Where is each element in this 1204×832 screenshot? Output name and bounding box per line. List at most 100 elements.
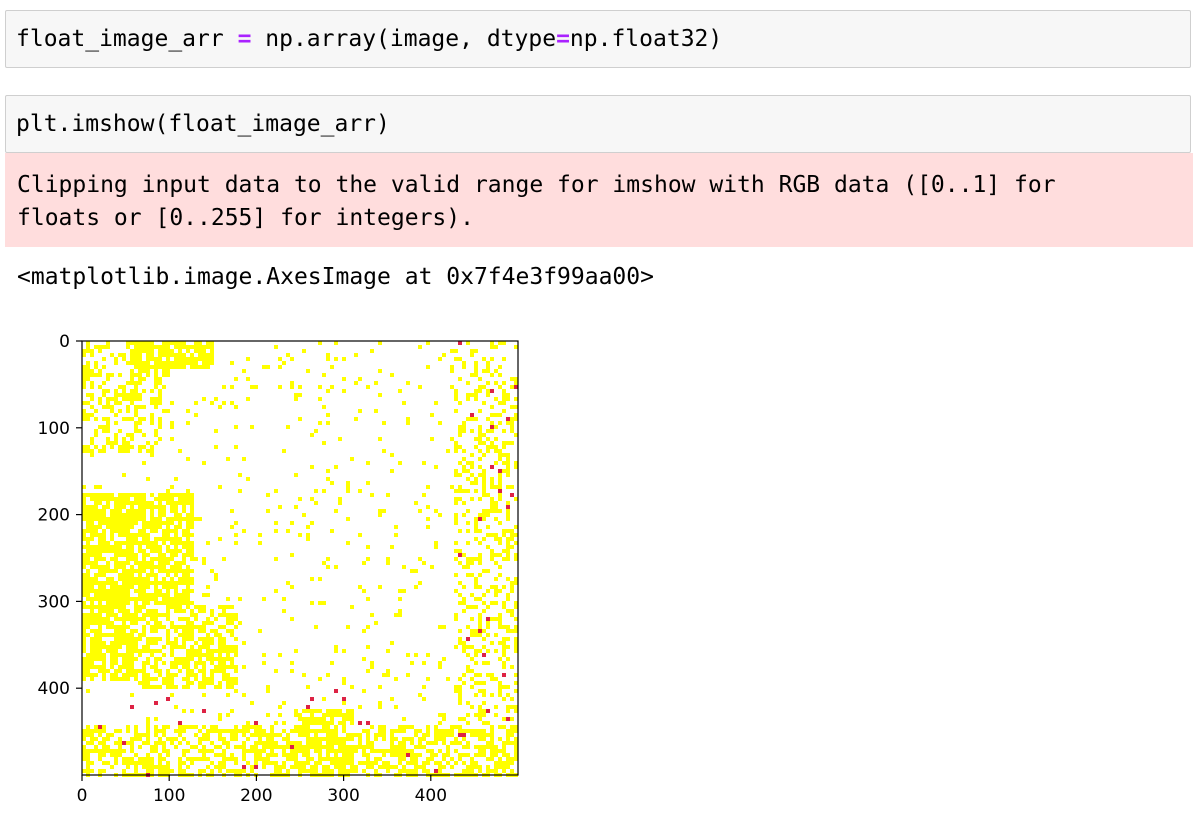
image-pixel (278, 357, 282, 361)
image-pixel (90, 349, 94, 353)
image-pixel (482, 661, 486, 665)
image-pixel (230, 361, 234, 365)
image-pixel (510, 441, 514, 445)
image-pixel (478, 553, 482, 557)
image-pixel (178, 761, 182, 765)
image-pixel (246, 761, 250, 765)
image-pixel (142, 577, 146, 581)
image-pixel (126, 569, 130, 573)
image-pixel (130, 649, 134, 653)
image-pixel (146, 729, 150, 733)
image-pixel (386, 749, 390, 753)
image-pixel (478, 513, 482, 517)
image-pixel (130, 417, 134, 421)
image-pixel (166, 545, 170, 549)
image-pixel (282, 737, 286, 741)
image-pixel (194, 673, 198, 677)
image-pixel (90, 405, 94, 409)
image-pixel (194, 345, 198, 349)
code-cell-1-input[interactable]: float_image_arr = np.array(image, dtype=… (5, 10, 1191, 68)
image-pixel (150, 617, 154, 621)
image-pixel (482, 753, 486, 757)
image-pixel (182, 665, 186, 669)
image-pixel (182, 577, 186, 581)
image-pixel (134, 509, 138, 513)
image-pixel (462, 597, 466, 601)
image-pixel (178, 725, 182, 729)
image-pixel (154, 345, 158, 349)
image-pixel (154, 677, 158, 681)
image-pixel (258, 737, 262, 741)
image-pixel (86, 393, 90, 397)
image-pixel (290, 585, 294, 589)
image-pixel (418, 385, 422, 389)
image-pixel (106, 425, 110, 429)
image-pixel (314, 489, 318, 493)
image-pixel (146, 657, 150, 661)
image-pixel (158, 649, 162, 653)
image-pixel (202, 737, 206, 741)
image-pixel (426, 757, 430, 761)
image-pixel (506, 625, 510, 629)
image-pixel (342, 649, 346, 653)
image-pixel (502, 641, 506, 645)
image-pixel (122, 533, 126, 537)
image-pixel (498, 489, 502, 493)
image-pixel (182, 645, 186, 649)
image-pixel (298, 385, 302, 389)
image-pixel (510, 417, 514, 421)
image-pixel (170, 501, 174, 505)
image-pixel (114, 433, 118, 437)
code-cell-2-input[interactable]: plt.imshow(float_image_arr) (5, 95, 1191, 153)
image-pixel (142, 741, 146, 745)
image-pixel (402, 729, 406, 733)
image-pixel (210, 349, 214, 353)
image-pixel (150, 641, 154, 645)
image-pixel (94, 597, 98, 601)
image-pixel (182, 357, 186, 361)
image-pixel (150, 745, 154, 749)
image-pixel (138, 533, 142, 537)
image-pixel (122, 549, 126, 553)
image-pixel (454, 741, 458, 745)
image-pixel (138, 421, 142, 425)
image-pixel (166, 609, 170, 613)
image-pixel (110, 545, 114, 549)
image-pixel (130, 569, 134, 573)
image-pixel (154, 517, 158, 521)
image-pixel (138, 361, 142, 365)
image-pixel (126, 521, 130, 525)
image-pixel (118, 545, 122, 549)
image-pixel (114, 569, 118, 573)
image-pixel (218, 637, 222, 641)
image-pixel (182, 517, 186, 521)
image-pixel (186, 361, 190, 365)
image-pixel (314, 429, 318, 433)
image-pixel (334, 689, 338, 693)
image-pixel (202, 357, 206, 361)
image-pixel (458, 637, 462, 641)
image-pixel (210, 661, 214, 665)
image-pixel (86, 577, 90, 581)
image-pixel (146, 765, 150, 769)
image-pixel (306, 737, 310, 741)
image-pixel (90, 657, 94, 661)
image-pixel (306, 757, 310, 761)
image-pixel (490, 557, 494, 561)
image-pixel (506, 597, 510, 601)
image-pixel (206, 757, 210, 761)
image-pixel (298, 733, 302, 737)
image-pixel (158, 349, 162, 353)
image-pixel (102, 581, 106, 585)
image-pixel (130, 621, 134, 625)
image-pixel (266, 689, 270, 693)
image-pixel (122, 653, 126, 657)
image-pixel (354, 749, 358, 753)
image-pixel (202, 397, 206, 401)
image-pixel (258, 629, 262, 633)
image-pixel (146, 353, 150, 357)
image-pixel (418, 581, 422, 585)
image-pixel (510, 761, 514, 765)
image-pixel (230, 509, 234, 513)
image-pixel (174, 549, 178, 553)
